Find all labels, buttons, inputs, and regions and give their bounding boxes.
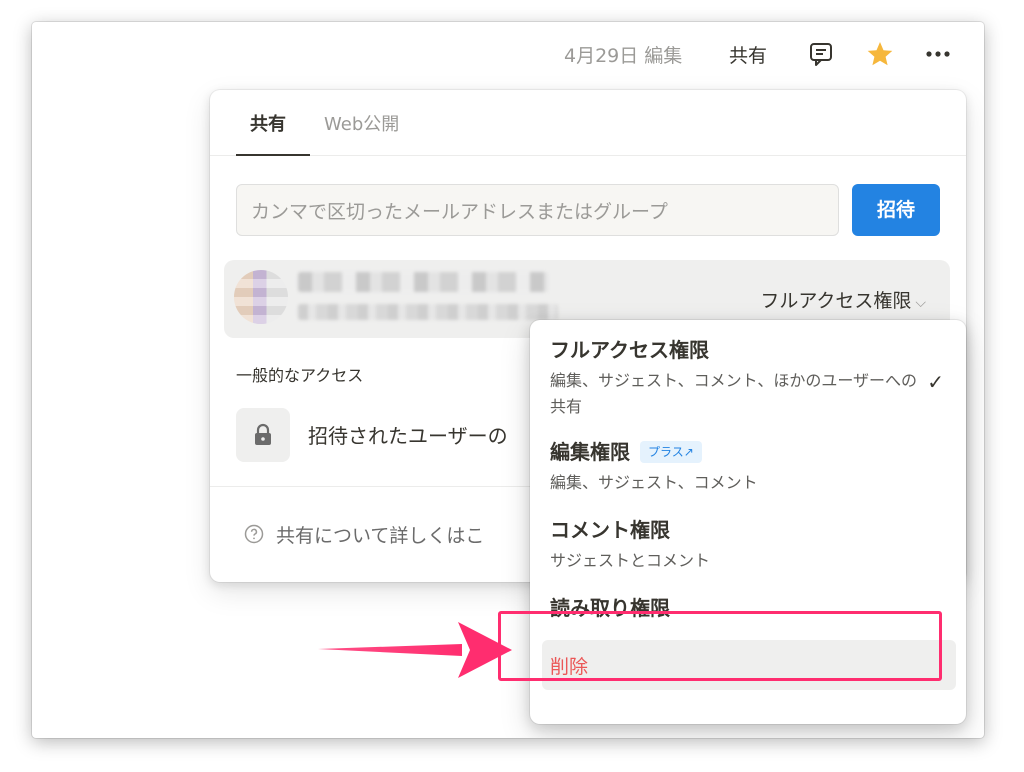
chevron-down-icon: ⌵ (915, 295, 926, 311)
general-access-dropdown[interactable]: 招待されたユーザーの (308, 420, 508, 449)
member-name-redacted (298, 272, 548, 292)
top-bar: 4月29日 編集 共有 (32, 22, 984, 86)
last-edited-label: 4月29日 編集 (564, 45, 683, 67)
help-link[interactable]: 共有について詳しくはこ (276, 521, 484, 548)
tab-web-publish[interactable]: Web公開 (324, 110, 399, 136)
check-icon: ✓ (927, 370, 944, 394)
comment-icon[interactable] (808, 41, 834, 67)
help-icon (244, 524, 264, 544)
member-access-label: フルアクセス権限 (760, 290, 912, 312)
invite-email-input[interactable]: カンマで区切ったメールアドレスまたはグループ (236, 184, 839, 236)
member-email-redacted (298, 304, 558, 320)
menu-item-desc: サジェストとコメント (550, 551, 711, 570)
menu-item-desc: 編集、サジェスト、コメント (550, 473, 758, 492)
plus-badge: プラス↗ (640, 441, 702, 463)
menu-item-edit[interactable]: 編集権限 プラス↗ 編集、サジェスト、コメント (530, 430, 966, 500)
share-button[interactable]: 共有 (729, 41, 767, 68)
tab-share[interactable]: 共有 (250, 110, 286, 136)
annotation-highlight-box (498, 611, 942, 681)
menu-item-title: フルアクセス権限 (550, 338, 709, 362)
menu-item-full-access[interactable]: フルアクセス権限 編集、サジェスト、コメント、ほかのユーザーへの共有 ✓ (530, 320, 966, 426)
menu-item-comment[interactable]: コメント権限 サジェストとコメント (530, 508, 966, 578)
invite-button[interactable]: 招待 (852, 184, 940, 236)
menu-item-desc: 編集、サジェスト、コメント、ほかのユーザーへの共有 (550, 371, 918, 416)
menu-item-title: コメント権限 (550, 518, 670, 542)
active-tab-indicator (236, 154, 310, 156)
lock-icon-box (236, 408, 290, 462)
star-icon[interactable] (866, 40, 894, 68)
annotation-arrow-icon (318, 622, 512, 678)
share-tabs: 共有 Web公開 (210, 90, 966, 156)
member-access-dropdown[interactable]: フルアクセス権限 ⌵ (760, 286, 926, 313)
lock-icon (255, 423, 271, 445)
menu-item-title: 編集権限 (550, 440, 630, 464)
avatar (234, 270, 288, 324)
menu-item-title-wrap: 編集権限 プラス↗ (550, 436, 702, 465)
general-access-label: 一般的なアクセス (236, 366, 364, 385)
more-icon[interactable] (924, 42, 952, 66)
